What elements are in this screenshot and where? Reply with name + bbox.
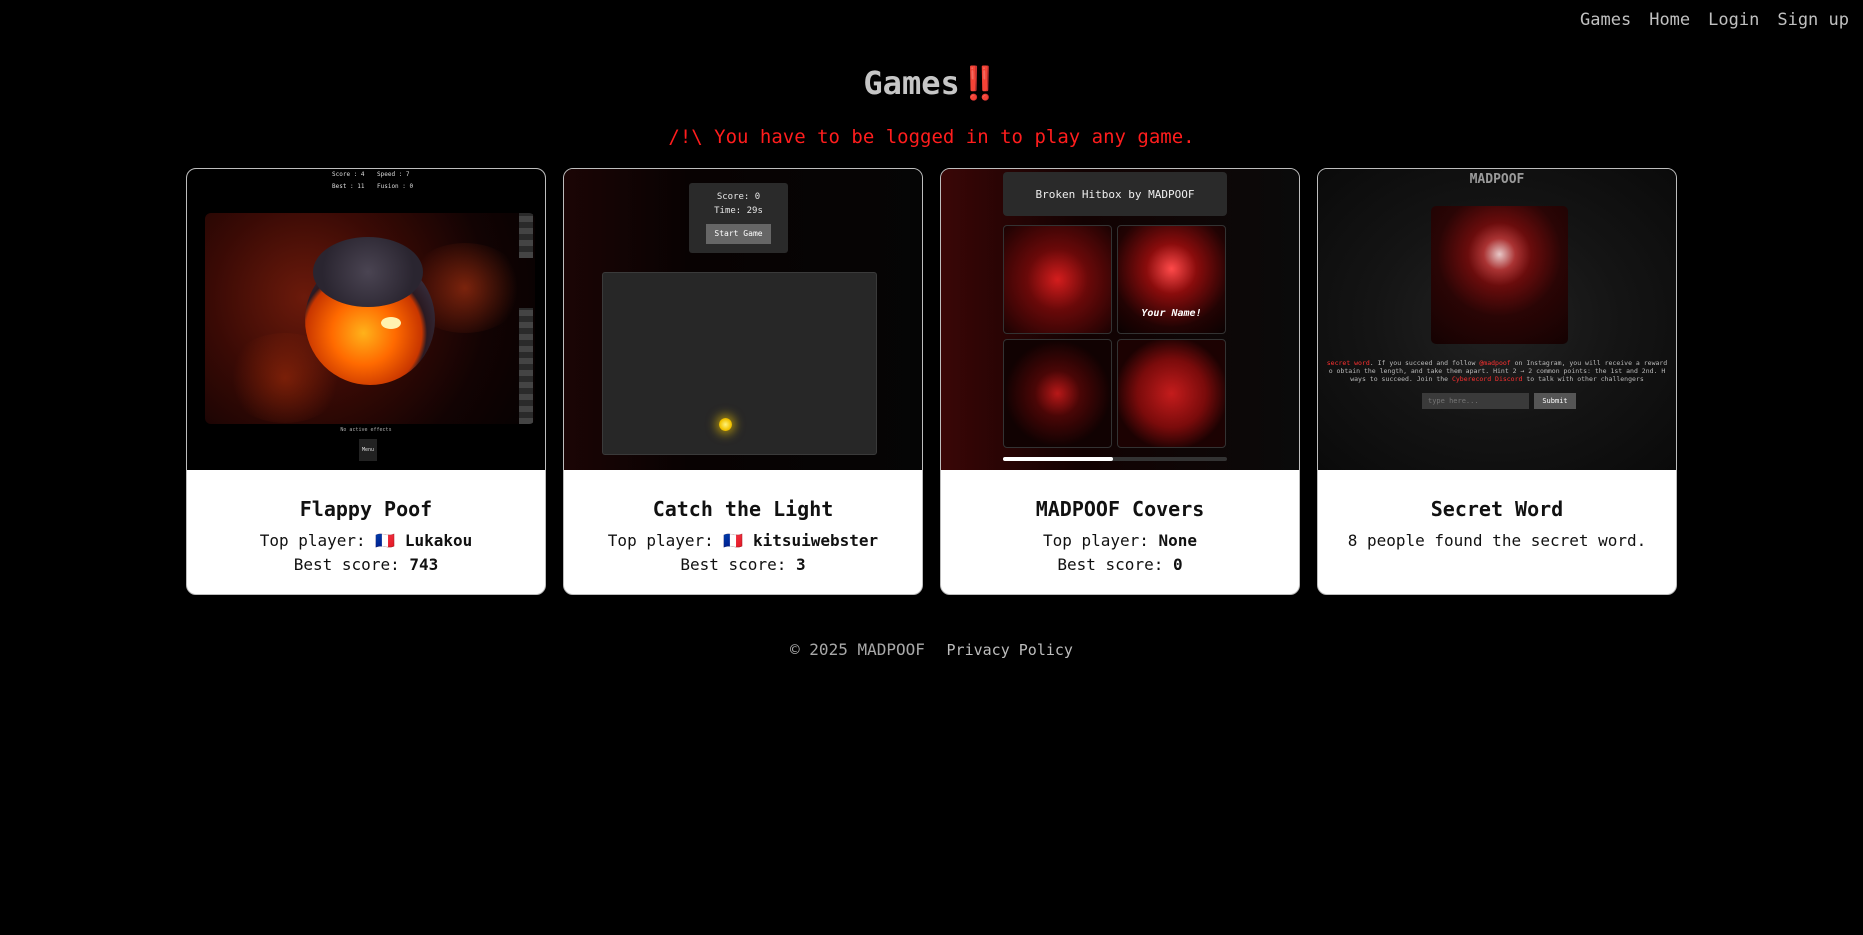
- secret-word-instructions: secret word. If you succeed and follow @…: [1326, 359, 1668, 383]
- catch-time: Time: 29s: [714, 206, 763, 216]
- card-body: Flappy Poof Top player: 🇫🇷 Lukakou Best …: [187, 470, 545, 594]
- cover-tile-your-name: Your Name!: [1117, 225, 1226, 334]
- covers-header: Broken Hitbox by MADPOOF: [1003, 172, 1227, 216]
- cover-tile-moon-figure: [1003, 339, 1112, 448]
- catch-score: Score: 0: [716, 192, 761, 202]
- card-body: Secret Word 8 people found the secret wo…: [1318, 470, 1676, 594]
- flappy-hud-fusion: Fusion : 0: [377, 183, 414, 190]
- flappy-hud: Score : 4 Speed : 7 Best : 11 Fusion : 0: [332, 171, 422, 190]
- game-card-secret-word[interactable]: MADPOOF secret word. If you succeed and …: [1317, 168, 1677, 595]
- top-player-name: Lukakou: [404, 531, 473, 550]
- card-body: MADPOOF Covers Top player: None Best sco…: [941, 470, 1299, 594]
- page-title-text: Games: [863, 64, 960, 102]
- page-title: Games‼️: [0, 64, 1863, 102]
- flappy-effects-caption: No active effects: [340, 427, 392, 433]
- top-player-line: Top player: None: [1042, 531, 1198, 550]
- flappy-hud-speed: Speed : 7: [377, 171, 410, 178]
- flappy-menu-button: Menu: [359, 439, 377, 461]
- madpoof-covers-preview: Broken Hitbox by MADPOOF Your Name!: [941, 169, 1299, 470]
- secret-word-submit: Submit: [1534, 393, 1576, 409]
- secret-word-preview: MADPOOF secret word. If you succeed and …: [1318, 169, 1676, 470]
- catch-the-light-preview: Score: 0 Time: 29s Start Game: [564, 169, 922, 470]
- catch-hud: Score: 0 Time: 29s Start Game: [689, 183, 788, 253]
- top-player-name: kitsuiwebster: [752, 531, 879, 550]
- best-score-line: Best score: 0: [1057, 555, 1183, 574]
- top-nav: Games Home Login Sign up: [1580, 10, 1849, 30]
- login-warning: /!\ You have to be logged in to play any…: [668, 126, 1195, 148]
- best-score-line: Best score: 743: [293, 555, 439, 574]
- games-grid: Score : 4 Speed : 7 Best : 11 Fusion : 0…: [186, 168, 1677, 595]
- nav-games[interactable]: Games: [1580, 10, 1631, 30]
- covers-progress-bar: [1003, 457, 1227, 461]
- cover-tile-red-moon: [1117, 339, 1226, 448]
- card-title: Catch the Light: [652, 497, 834, 521]
- game-card-madpoof-covers[interactable]: Broken Hitbox by MADPOOF Your Name! MADP…: [940, 168, 1300, 595]
- game-card-catch-the-light[interactable]: Score: 0 Time: 29s Start Game Catch the …: [563, 168, 923, 595]
- best-score-value: 743: [409, 555, 439, 574]
- top-player-line: Top player: 🇫🇷 Lukakou: [259, 531, 473, 550]
- best-score-value: 0: [1172, 555, 1183, 574]
- double-exclamation-icon: ‼️: [959, 64, 1000, 102]
- start-game-button: Start Game: [706, 224, 771, 244]
- nav-home[interactable]: Home: [1649, 10, 1690, 30]
- pipe-top: [519, 213, 533, 258]
- france-flag-icon: 🇫🇷: [723, 531, 744, 550]
- card-title: Secret Word: [1430, 497, 1564, 521]
- footer: © 2025 MADPOOF Privacy Policy: [0, 640, 1863, 659]
- flappy-poof-preview: Score : 4 Speed : 7 Best : 11 Fusion : 0…: [187, 169, 545, 470]
- flappy-stage: [205, 213, 535, 424]
- secret-word-form: Submit: [1422, 393, 1576, 409]
- secret-word-header: MADPOOF: [1469, 172, 1525, 187]
- pipe-bottom: [519, 308, 533, 424]
- top-player-line: Top player: 🇫🇷 kitsuiwebster: [607, 531, 879, 550]
- top-player-name: None: [1158, 531, 1198, 550]
- fire-ball-character-icon: [305, 237, 435, 385]
- flappy-hud-score: Score : 4: [332, 171, 365, 178]
- cover-tile-dragon: [1003, 225, 1112, 334]
- copyright: © 2025 MADPOOF: [790, 640, 925, 659]
- cover-tile-text: Your Name!: [1141, 308, 1202, 319]
- card-title: Flappy Poof: [299, 497, 433, 521]
- light-orb-icon: [719, 418, 732, 431]
- covers-progress-fill: [1003, 457, 1113, 461]
- france-flag-icon: 🇫🇷: [375, 531, 396, 550]
- flappy-hud-best: Best : 11: [332, 183, 365, 190]
- game-card-flappy-poof[interactable]: Score : 4 Speed : 7 Best : 11 Fusion : 0…: [186, 168, 546, 595]
- secret-word-input: [1422, 393, 1529, 409]
- card-title: MADPOOF Covers: [1035, 497, 1205, 521]
- best-score-value: 3: [795, 555, 806, 574]
- privacy-policy-link[interactable]: Privacy Policy: [947, 641, 1073, 659]
- red-moon-image: [1431, 206, 1568, 344]
- nav-login[interactable]: Login: [1708, 10, 1759, 30]
- catch-play-area: [602, 272, 877, 455]
- nav-signup[interactable]: Sign up: [1777, 10, 1849, 30]
- best-score-line: Best score: 3: [680, 555, 806, 574]
- secret-word-description: 8 people found the secret word.: [1347, 531, 1647, 550]
- card-body: Catch the Light Top player: 🇫🇷 kitsuiweb…: [564, 470, 922, 594]
